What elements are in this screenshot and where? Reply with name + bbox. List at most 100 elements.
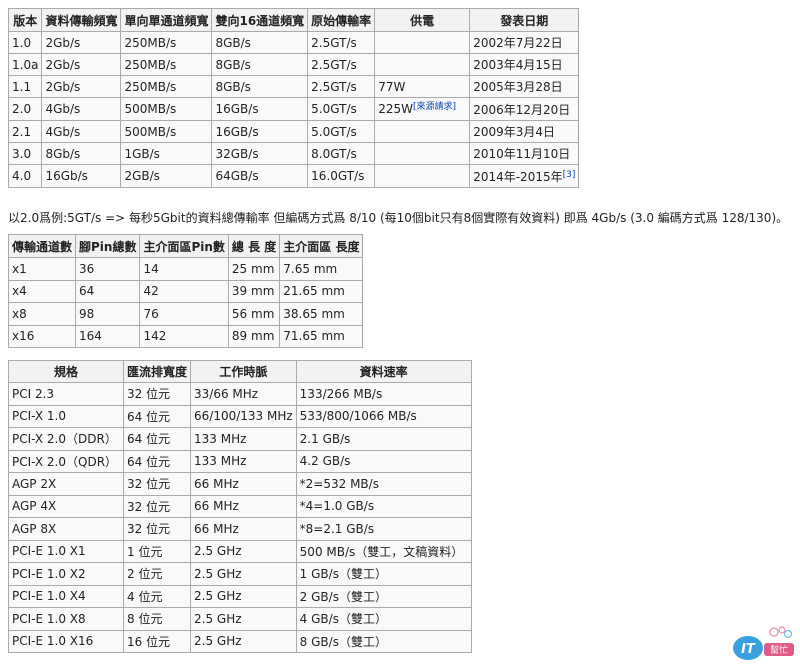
single-lane-cell: 500MB/s: [120, 97, 213, 121]
raw-rate-cell: 8.0GT/s: [307, 142, 376, 165]
column-header: 供電: [374, 8, 471, 32]
date-cell: 2002年7月22日: [469, 31, 580, 54]
date-value: 2010年11月10日: [473, 147, 571, 161]
single-lane-cell: 250MB/s: [120, 53, 213, 76]
svg-text:幫忙: 幫忙: [770, 644, 788, 656]
column-header: 單向單通道頻寬: [120, 8, 213, 32]
clock-cell: 2.5 GHz: [190, 584, 297, 608]
x16-dual-cell: 16GB/s: [211, 97, 309, 121]
date-cell: 2005年3月28日: [469, 75, 580, 98]
table-row: PCI-X 2.0（QDR） 64 位元 133 MHz 4.2 GB/s: [8, 449, 472, 473]
width-cell: 32 位元: [122, 472, 192, 496]
clock-cell: 2.5 GHz: [190, 562, 297, 586]
table-row: PCI-E 1.0 X8 8 位元 2.5 GHz 4 GB/s（雙工）: [8, 607, 472, 631]
column-header: 雙向16通道頻寬: [211, 8, 309, 32]
spec-cell: PCI-E 1.0 X2: [8, 562, 124, 586]
length-cell: 39 mm: [227, 279, 281, 303]
clock-cell: 66 MHz: [190, 517, 297, 541]
power-value: 225W: [378, 102, 413, 116]
column-header: 匯流排寬度: [122, 360, 192, 383]
date-cell: 2009年3月4日: [469, 120, 580, 143]
version-cell: 4.0: [7, 164, 43, 188]
clock-cell: 2.5 GHz: [190, 539, 297, 563]
main-length-cell: 21.65 mm: [279, 279, 364, 303]
width-cell: 64 位元: [122, 404, 192, 428]
width-cell: 32 位元: [122, 494, 192, 518]
rate-cell: 533/800/1066 MB/s: [295, 404, 472, 428]
power-cell: 225W[來源請求]: [374, 97, 471, 121]
spec-cell: PCI-X 2.0（DDR）: [8, 427, 124, 451]
x16-dual-cell: 8GB/s: [211, 53, 309, 76]
date-value: 2005年3月28日: [473, 80, 563, 94]
spec-cell: AGP 4X: [8, 494, 124, 518]
bandwidth-cell: 16Gb/s: [41, 164, 122, 188]
version-cell: 1.0a: [7, 53, 43, 76]
table-row: PCI-X 2.0（DDR） 64 位元 133 MHz 2.1 GB/s: [8, 427, 472, 451]
pins-cell: 64: [75, 279, 141, 303]
ithelp-logo-icon: IT 幫忙: [733, 626, 794, 660]
rate-cell: *2=532 MB/s: [295, 472, 472, 496]
length-cell: 89 mm: [227, 324, 281, 348]
clock-cell: 66 MHz: [190, 472, 297, 496]
table-row: 4.0 16Gb/s 2GB/s 64GB/s 16.0GT/s 2014年-2…: [7, 164, 580, 188]
column-header: 原始傳輸率: [307, 8, 376, 32]
table-row: AGP 4X 32 位元 66 MHz *4=1.0 GB/s: [8, 494, 472, 518]
column-header: 資料傳輸頻寬: [41, 8, 122, 32]
main-length-cell: 7.65 mm: [279, 257, 364, 281]
table-row: PCI-E 1.0 X1 1 位元 2.5 GHz 500 MB/s（雙工，文稿…: [8, 539, 472, 563]
main-length-cell: 71.65 mm: [279, 324, 364, 348]
date-value: 2003年4月15日: [473, 58, 563, 72]
table-row: 3.0 8Gb/s 1GB/s 32GB/s 8.0GT/s 2010年11月1…: [7, 142, 580, 165]
raw-rate-cell: 5.0GT/s: [307, 120, 376, 143]
lanes-cell: x1: [7, 257, 77, 281]
length-cell: 56 mm: [227, 302, 281, 326]
x16-dual-cell: 8GB/s: [211, 75, 309, 98]
main-length-cell: 38.65 mm: [279, 302, 364, 326]
spec-cell: PCI-X 2.0（QDR）: [8, 449, 124, 473]
rate-cell: *4=1.0 GB/s: [295, 494, 472, 518]
width-cell: 2 位元: [122, 562, 192, 586]
version-cell: 1.1: [7, 75, 43, 98]
column-header: 資料速率: [295, 360, 472, 383]
citation-needed-link[interactable]: [來源請求]: [413, 102, 456, 112]
table-row: PCI 2.3 32 位元 33/66 MHz 133/266 MB/s: [8, 382, 472, 406]
table-row: PCI-E 1.0 X16 16 位元 2.5 GHz 8 GB/s（雙工）: [8, 629, 472, 653]
power-cell: [374, 120, 471, 143]
version-cell: 1.0: [7, 31, 43, 54]
date-cell: 2006年12月20日: [469, 97, 580, 121]
spec-cell: AGP 2X: [8, 472, 124, 496]
table-row: AGP 2X 32 位元 66 MHz *2=532 MB/s: [8, 472, 472, 496]
power-cell: 77W: [374, 75, 471, 98]
spec-cell: PCI-X 1.0: [8, 404, 124, 428]
spec-cell: PCI-E 1.0 X16: [8, 629, 124, 653]
spec-cell: PCI 2.3: [8, 382, 124, 406]
single-lane-cell: 250MB/s: [120, 31, 213, 54]
x16-dual-cell: 8GB/s: [211, 31, 309, 54]
power-cell: [374, 164, 471, 188]
rate-cell: 500 MB/s（雙工，文稿資料）: [295, 539, 472, 563]
column-header: 發表日期: [469, 8, 580, 32]
bandwidth-cell: 2Gb/s: [41, 53, 122, 76]
spec-cell: PCI-E 1.0 X4: [8, 584, 124, 608]
lane-pin-table: 傳輸通道數 腳Pin總數 主介面區Pin數 總 長 度 主介面區 長度 x1 3…: [7, 234, 364, 348]
column-header: 腳Pin總數: [75, 234, 141, 258]
width-cell: 64 位元: [122, 449, 192, 473]
column-header: 版本: [7, 8, 43, 32]
table-row: x1 36 14 25 mm 7.65 mm: [7, 257, 364, 281]
bandwidth-cell: 8Gb/s: [41, 142, 122, 165]
column-header: 總 長 度: [227, 234, 281, 258]
lanes-cell: x16: [7, 324, 77, 348]
clock-cell: 133 MHz: [190, 427, 297, 451]
table-row: 2.0 4Gb/s 500MB/s 16GB/s 5.0GT/s 225W[來源…: [7, 97, 580, 121]
main-pins-cell: 142: [139, 324, 229, 348]
lanes-cell: x4: [7, 279, 77, 303]
lanes-cell: x8: [7, 302, 77, 326]
spec-cell: AGP 8X: [8, 517, 124, 541]
raw-rate-cell: 16.0GT/s: [307, 164, 376, 188]
width-cell: 1 位元: [122, 539, 192, 563]
date-value: 2009年3月4日: [473, 125, 555, 139]
width-cell: 32 位元: [122, 382, 192, 406]
reference-link[interactable]: [3]: [563, 170, 576, 180]
table-row: PCI-E 1.0 X4 4 位元 2.5 GHz 2 GB/s（雙工）: [8, 584, 472, 608]
date-value: 2002年7月22日: [473, 36, 563, 50]
